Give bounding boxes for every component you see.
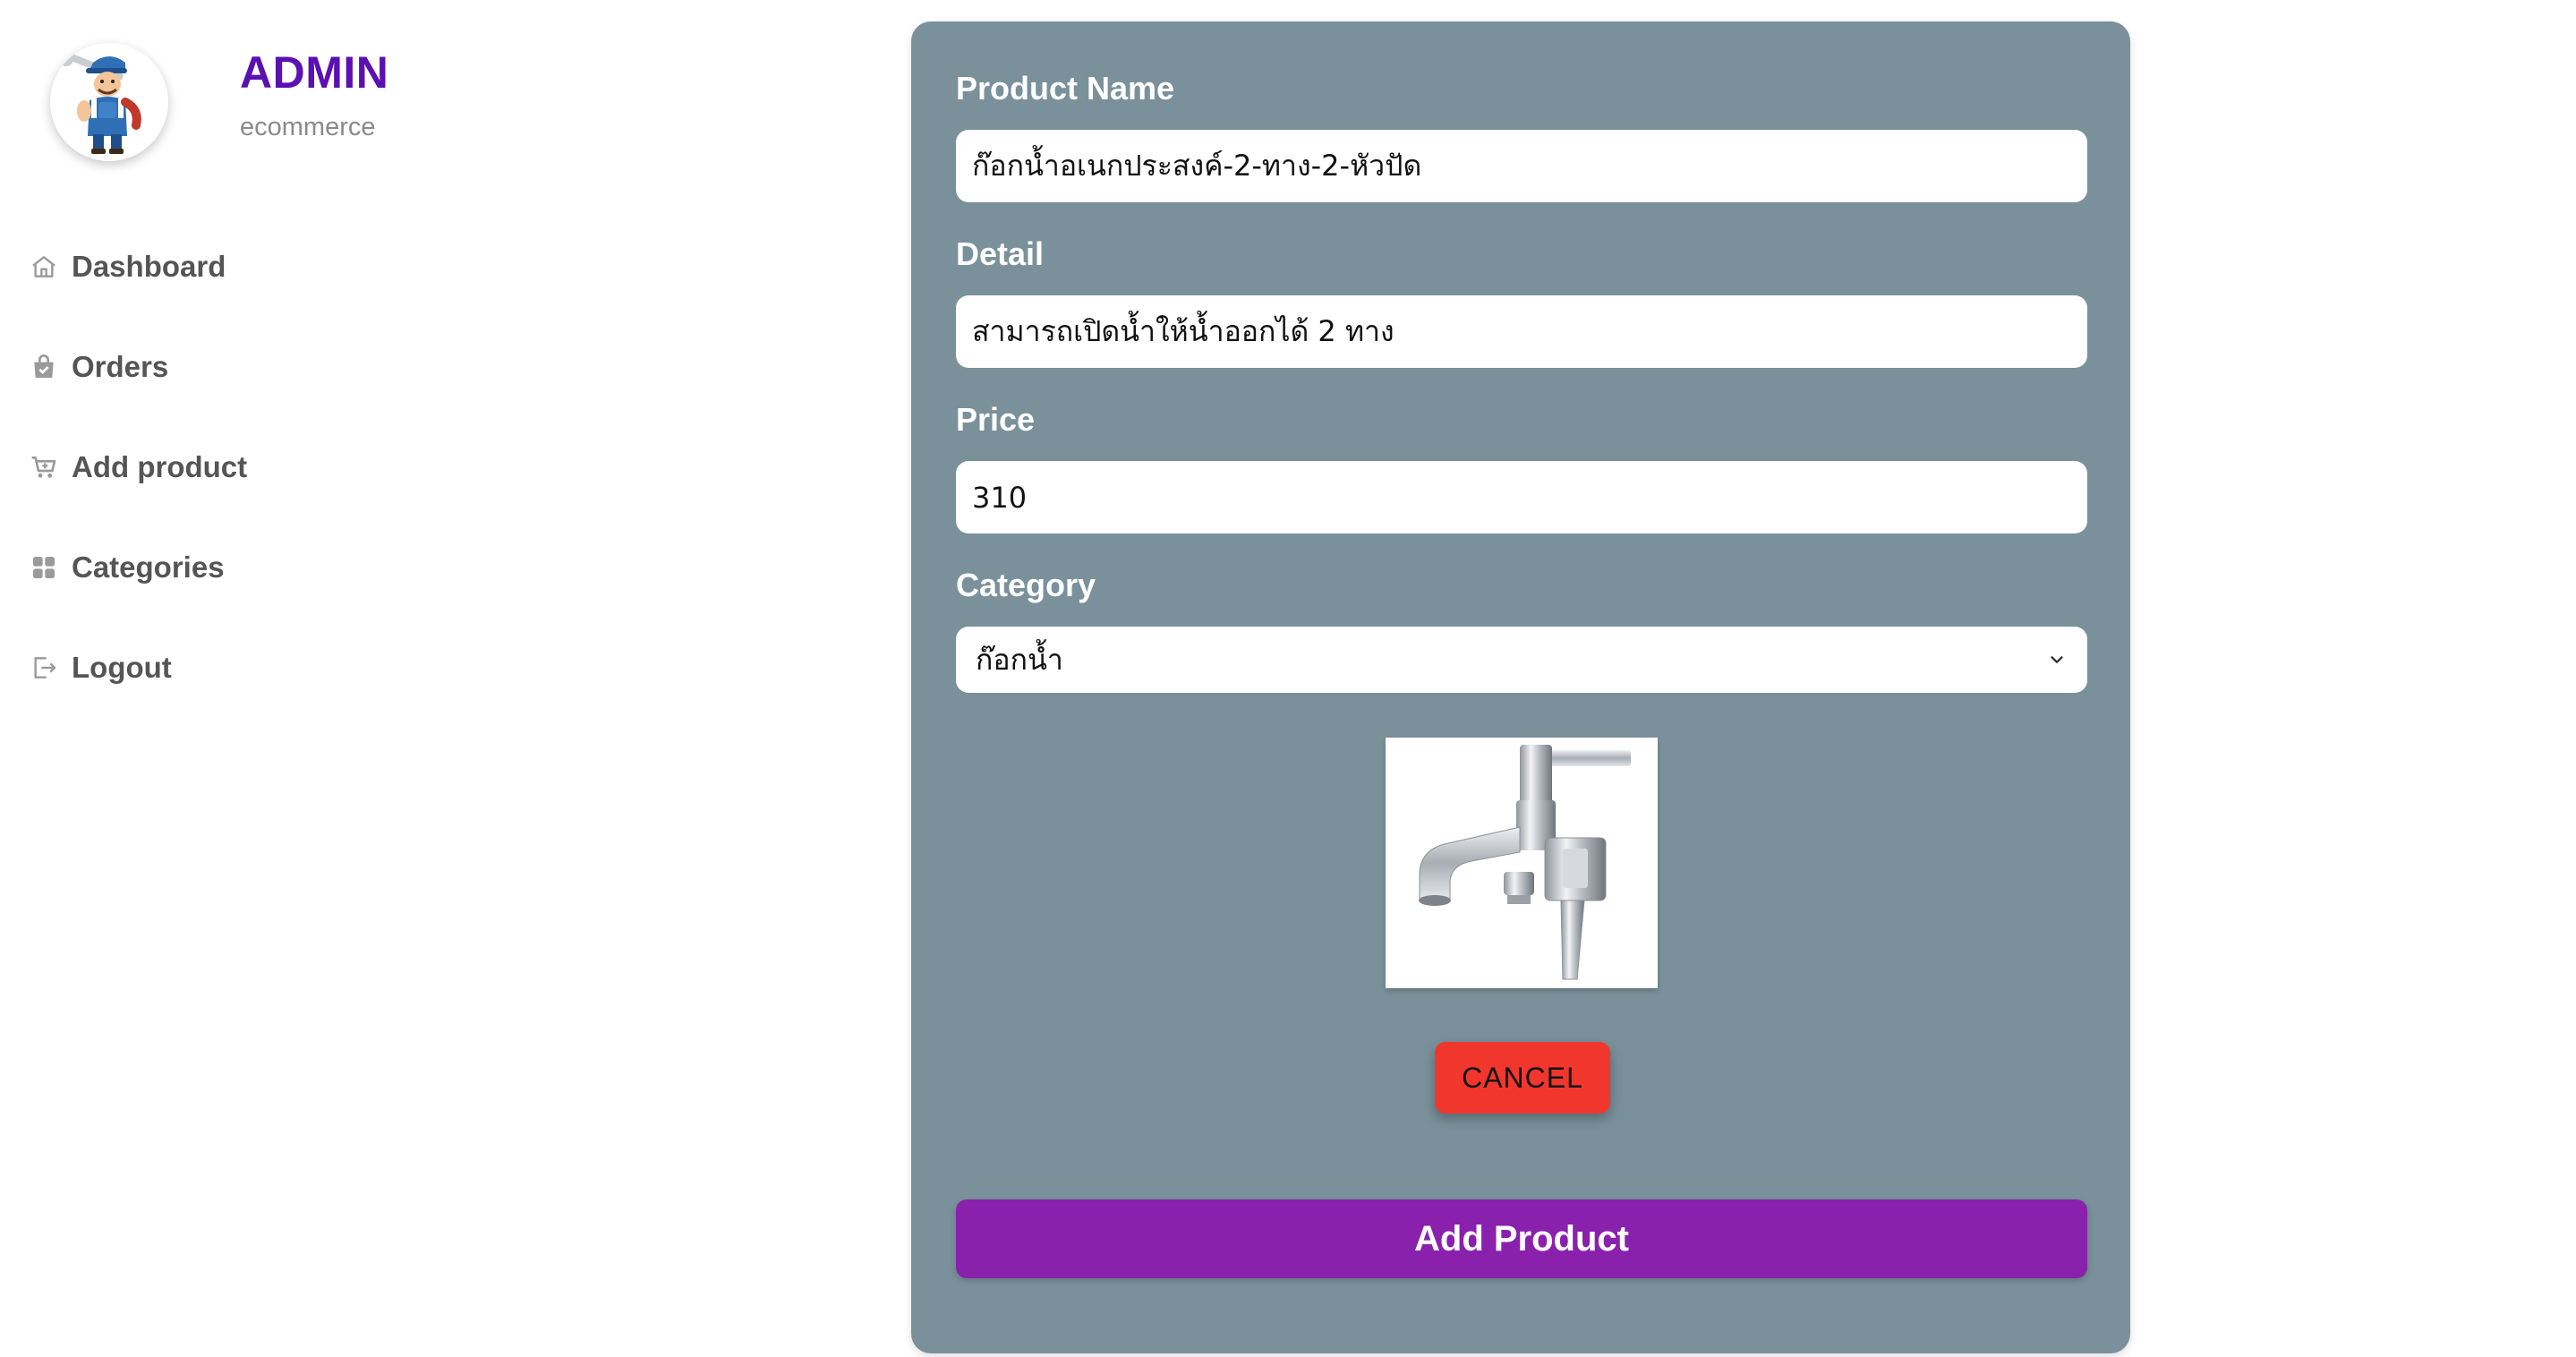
product-name-input[interactable]: ก๊อกน้ำอเนกประสงค์-2-ทาง-2-หัวปัด <box>956 130 2087 202</box>
shopping-bag-icon <box>27 350 61 384</box>
add-product-form: Product Name ก๊อกน้ำอเนกประสงค์-2-ทาง-2-… <box>911 21 2130 1353</box>
grid-icon <box>27 550 61 585</box>
page: ADMIN ecommerce Dashboard Orders Add pro… <box>0 0 2576 1357</box>
sidebar-item-categories[interactable]: Categories <box>27 532 403 603</box>
sidebar-item-label: Logout <box>72 651 172 684</box>
price-label: Price <box>956 401 1036 438</box>
sidebar-item-orders[interactable]: Orders <box>27 331 403 403</box>
home-icon <box>27 250 61 284</box>
category-label: Category <box>956 567 1096 603</box>
sidebar-item-add-product[interactable]: Add product <box>27 431 403 503</box>
cart-add-icon <box>27 450 61 484</box>
sidebar-item-label: Add product <box>72 450 248 483</box>
brand-title: ADMIN <box>240 47 389 98</box>
sidebar-item-label: Dashboard <box>72 250 226 283</box>
sidebar-item-dashboard[interactable]: Dashboard <box>27 231 403 303</box>
sidebar: ADMIN ecommerce Dashboard Orders Add pro… <box>0 0 627 1357</box>
add-product-button[interactable]: Add Product <box>956 1199 2087 1278</box>
detail-input[interactable]: สามารถเปิดน้ำให้น้ำออกได้ 2 ทาง <box>956 295 2087 368</box>
faucet-product-image <box>1386 738 1658 988</box>
price-input[interactable]: 310 <box>956 461 2087 533</box>
detail-label: Detail <box>956 235 1045 272</box>
plumber-mascot-icon <box>50 43 168 161</box>
cancel-button[interactable]: CANCEL <box>1435 1042 1610 1114</box>
brand-subtitle: ecommerce <box>240 113 376 141</box>
sidebar-item-logout[interactable]: Logout <box>27 632 403 704</box>
product-name-label: Product Name <box>956 70 1175 107</box>
sidebar-item-label: Categories <box>72 550 225 584</box>
logout-icon <box>27 651 61 685</box>
category-select[interactable]: ก๊อกน้ำ <box>956 627 2087 693</box>
sidebar-item-label: Orders <box>72 350 169 383</box>
category-selected-value: ก๊อกน้ำ <box>976 642 1063 677</box>
chevron-down-icon <box>2046 649 2068 670</box>
